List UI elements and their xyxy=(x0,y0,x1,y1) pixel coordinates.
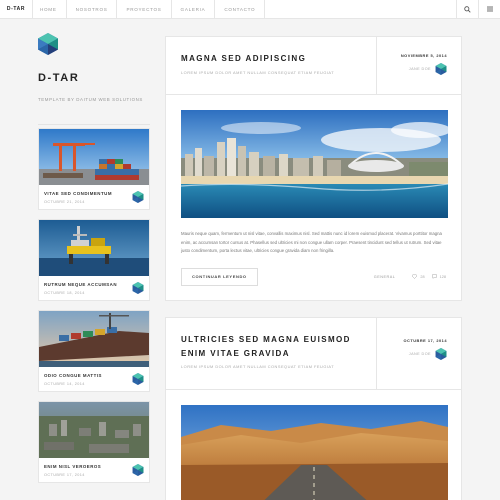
post-meta: OCTUBRE 17, 2014 JANE DOE xyxy=(376,318,461,389)
site-title: D-TAR xyxy=(38,72,80,84)
author-avatar-icon xyxy=(132,191,144,203)
comments-value: 128 xyxy=(439,274,446,279)
aerial-city-image[interactable] xyxy=(39,402,149,458)
sidebar-card-title[interactable]: ODIO CONGUE MATTIS xyxy=(44,373,144,378)
nav-item-home[interactable]: HOME xyxy=(33,0,67,18)
author-avatar-icon xyxy=(435,63,447,75)
search-button[interactable] xyxy=(456,0,478,18)
coastal-city-image[interactable] xyxy=(181,110,448,218)
top-navbar: D-TAR HOME NOSOTROS PROYECTOS GALERIA CO… xyxy=(0,0,500,19)
author-avatar-icon xyxy=(132,282,144,294)
post-date: NOVIEMBRE 5, 2014 xyxy=(400,53,447,58)
post-header-main: MAGNA SED ADIPISCING LOREM IPSUM DOLOR A… xyxy=(166,37,376,94)
sidebar-divider xyxy=(38,124,150,125)
post-title[interactable]: ULTRICIES SED MAGNA EUISMOD ENIM VITAE G… xyxy=(181,333,376,360)
author-avatar-icon xyxy=(132,464,144,476)
post-body: Mauris neque quam, fermentum ut nisl vit… xyxy=(181,231,442,253)
sidebar-card-date: OCTUBRE 14, 2014 xyxy=(44,382,85,386)
author-name: JANE DOE xyxy=(408,67,431,71)
post-author[interactable]: JANE DOE xyxy=(409,63,447,75)
nav-item-nosotros[interactable]: NOSOTROS xyxy=(67,0,118,18)
sidebar-card-body: ENIM NISL VEROEROS OCTUBRE 17, 2014 xyxy=(39,458,149,482)
site-tagline: TEMPLATE BY DAITUM WEB SOLUTIONS xyxy=(38,97,143,102)
sidebar-card-body: RUTRUM NEQUE ACCUMSAN OCTUBRE 18, 2014 xyxy=(39,276,149,300)
likes-count[interactable]: 28 xyxy=(412,274,425,279)
blog-post: ULTRICIES SED MAGNA EUISMOD ENIM VITAE G… xyxy=(165,317,462,500)
heart-icon xyxy=(412,274,418,279)
sidebar-card-date: OCTUBRE 17, 2014 xyxy=(44,473,85,477)
nav-item-galeria[interactable]: GALERIA xyxy=(172,0,216,18)
menu-icon xyxy=(486,6,493,12)
nav-item-contacto[interactable]: CONTACTO xyxy=(215,0,266,18)
shipping-port-image[interactable] xyxy=(39,129,149,185)
cargo-ship-image[interactable] xyxy=(39,311,149,367)
sidebar-post-card[interactable]: RUTRUM NEQUE ACCUMSAN OCTUBRE 18, 2014 xyxy=(38,219,150,301)
comments-count[interactable]: 128 xyxy=(431,274,446,279)
brand-link[interactable]: D-TAR xyxy=(0,0,33,18)
comment-icon xyxy=(431,274,437,279)
post-date: OCTUBRE 17, 2014 xyxy=(403,338,447,343)
sidebar-card-title[interactable]: ENIM NISL VEROEROS xyxy=(44,464,144,469)
sidebar-card-body: VITAE SED CONDIMENTUM OCTUBRE 21, 2014 xyxy=(39,185,149,209)
blog-post: MAGNA SED ADIPISCING LOREM IPSUM DOLOR A… xyxy=(165,36,462,301)
nav-item-proyectos[interactable]: PROYECTOS xyxy=(117,0,172,18)
author-avatar-icon xyxy=(435,348,447,360)
menu-button[interactable] xyxy=(478,0,500,18)
site-logo-icon[interactable] xyxy=(38,33,58,55)
search-icon xyxy=(464,5,471,13)
post-author[interactable]: JANE DOE xyxy=(409,348,447,360)
post-title-line: MAGNA SED ADIPISCING xyxy=(181,54,307,63)
offshore-rig-image[interactable] xyxy=(39,220,149,276)
post-title[interactable]: MAGNA SED ADIPISCING xyxy=(181,52,376,66)
read-more-button[interactable]: CONTINUAR LEYENDO xyxy=(181,267,258,286)
sidebar-post-card[interactable]: VITAE SED CONDIMENTUM OCTUBRE 21, 2014 xyxy=(38,128,150,210)
sidebar-post-card[interactable]: ODIO CONGUE MATTIS OCTUBRE 14, 2014 xyxy=(38,310,150,392)
post-footer: CONTINUAR LEYENDO GENERAL 28 128 xyxy=(181,267,446,286)
post-header-main: ULTRICIES SED MAGNA EUISMOD ENIM VITAE G… xyxy=(166,318,376,389)
sidebar-card-date: OCTUBRE 21, 2014 xyxy=(44,200,85,204)
sidebar-card-title[interactable]: RUTRUM NEQUE ACCUMSAN xyxy=(44,282,144,287)
author-name: JANE DOE xyxy=(408,352,431,356)
likes-value: 28 xyxy=(420,274,425,279)
sidebar-card-date: OCTUBRE 18, 2014 xyxy=(44,291,85,295)
post-excerpt: LOREM IPSUM DOLOR AMET NULLAM CONSEQUAT … xyxy=(181,364,335,369)
post-excerpt: LOREM IPSUM DOLOR AMET NULLAM CONSEQUAT … xyxy=(181,69,335,75)
sidebar-card-body: ODIO CONGUE MATTIS OCTUBRE 14, 2014 xyxy=(39,367,149,391)
sidebar-card-title[interactable]: VITAE SED CONDIMENTUM xyxy=(44,191,144,196)
author-avatar-icon xyxy=(132,373,144,385)
post-category[interactable]: GENERAL xyxy=(374,275,396,279)
sidebar: D-TAR TEMPLATE BY DAITUM WEB SOLUTIONS xyxy=(38,33,150,125)
post-header: MAGNA SED ADIPISCING LOREM IPSUM DOLOR A… xyxy=(166,37,461,95)
sidebar-post-card[interactable]: ENIM NISL VEROEROS OCTUBRE 17, 2014 xyxy=(38,401,150,483)
post-title-line: ULTRICIES SED MAGNA EUISMOD xyxy=(181,335,351,344)
desert-road-image[interactable] xyxy=(181,405,448,500)
post-title-line: ENIM VITAE GRAVIDA xyxy=(181,348,290,358)
post-header: ULTRICIES SED MAGNA EUISMOD ENIM VITAE G… xyxy=(166,318,461,390)
post-meta: NOVIEMBRE 5, 2014 JANE DOE xyxy=(376,37,461,94)
